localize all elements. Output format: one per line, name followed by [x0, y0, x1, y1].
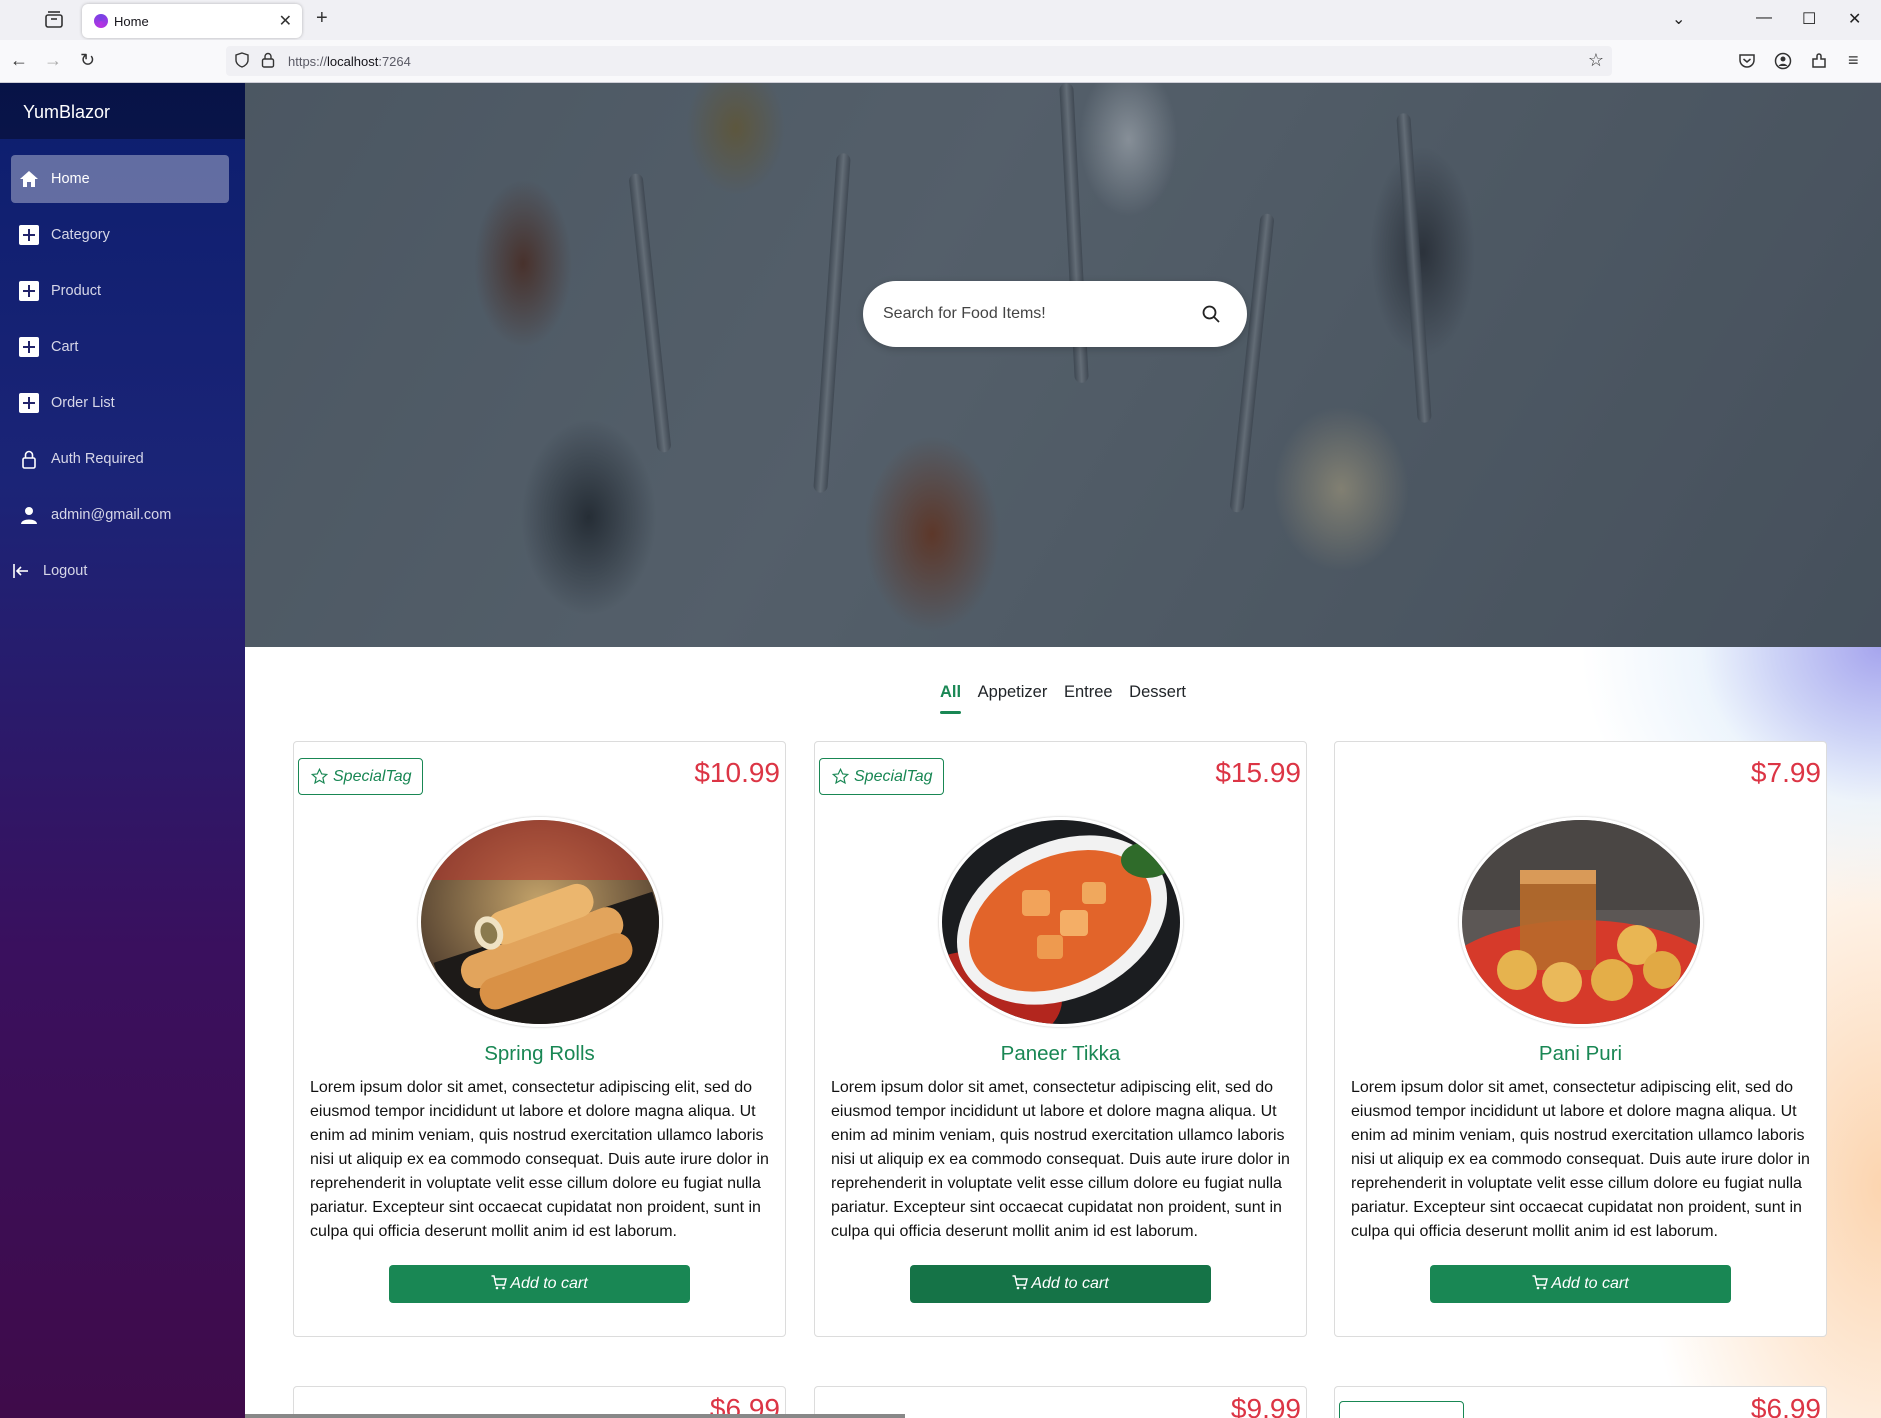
sidebar: YumBlazor Home Category Product Cart Ord… [0, 83, 245, 1418]
url-text[interactable]: https://localhost:7264 [288, 54, 411, 69]
add-to-cart-button[interactable]: Add to cart [1430, 1265, 1731, 1303]
browser-nav-bar: ← → ↻ https://localhost:7264 ☆ ≡ [0, 40, 1881, 83]
logout-icon [13, 564, 28, 578]
product-card-paneer-tikka: SpecialTag $15.99 Paneer Tikka Lorem ips… [814, 741, 1307, 1337]
address-bar[interactable]: https://localhost:7264 ☆ [226, 46, 1612, 76]
sidebar-item-logout[interactable]: Logout [11, 547, 229, 595]
add-to-cart-button[interactable]: Add to cart [389, 1265, 690, 1303]
product-card-partial: $6.99 [1334, 1386, 1827, 1418]
close-window-button[interactable]: ✕ [1848, 9, 1861, 29]
product-card-pani-puri: $7.99 Pani Puri Lorem ipsum dolor sit am… [1334, 741, 1827, 1337]
cart-icon [1012, 1275, 1029, 1290]
plus-square-icon [19, 337, 39, 357]
sidebar-item-home[interactable]: Home [11, 155, 229, 203]
account-icon[interactable] [1774, 52, 1792, 70]
plus-square-icon [19, 225, 39, 245]
person-icon [21, 507, 37, 524]
close-tab-icon[interactable]: ✕ [279, 11, 292, 31]
plus-square-icon [19, 281, 39, 301]
sidebar-item-label: Home [51, 171, 90, 187]
home-icon [20, 171, 38, 187]
category-filter-tabs: All Appetizer Entree Dessert [245, 683, 1881, 714]
food-search[interactable] [863, 281, 1247, 347]
hero-banner [245, 83, 1881, 647]
pocket-icon[interactable] [1738, 52, 1756, 70]
forward-button[interactable]: → [44, 50, 62, 71]
sidebar-item-cart[interactable]: Cart [11, 323, 229, 371]
product-price: $6.99 [1750, 1393, 1821, 1418]
sidebar-item-product[interactable]: Product [11, 267, 229, 315]
browser-tab-home[interactable]: Home ✕ [82, 4, 302, 38]
product-price: $9.99 [1230, 1393, 1301, 1418]
browser-tab-bar: Home ✕ + ⌄ — ☐ ✕ [0, 0, 1881, 40]
product-name: Paneer Tikka [1000, 1042, 1121, 1065]
cart-icon [1532, 1275, 1549, 1290]
filter-tab-dessert[interactable]: Dessert [1129, 683, 1186, 712]
url-host: localhost [327, 54, 379, 69]
reload-button[interactable]: ↻ [80, 50, 95, 71]
filter-tab-all[interactable]: All [939, 683, 962, 714]
sidebar-item-label: Auth Required [51, 451, 144, 467]
sidebar-item-label: admin@gmail.com [51, 507, 172, 523]
shield-icon[interactable] [234, 52, 250, 68]
sidebar-item-label: Category [51, 227, 110, 243]
sidebar-item-user[interactable]: admin@gmail.com [11, 491, 229, 539]
sidebar-item-label: Cart [51, 339, 79, 355]
search-icon[interactable] [1201, 304, 1221, 324]
search-input[interactable] [883, 301, 1183, 327]
lock-icon [22, 450, 36, 469]
product-price: $15.99 [1215, 757, 1301, 788]
new-tab-button[interactable]: + [316, 7, 328, 30]
sidebar-item-label: Product [51, 283, 101, 299]
add-to-cart-button[interactable]: Add to cart [910, 1265, 1211, 1303]
brand-title[interactable]: YumBlazor [0, 83, 245, 139]
tab-manager-icon[interactable] [42, 8, 66, 32]
product-description: Lorem ipsum dolor sit amet, consectetur … [1351, 1079, 1810, 1240]
sidebar-item-label: Order List [51, 395, 115, 411]
bookmark-star-icon[interactable]: ☆ [1588, 50, 1604, 71]
url-port: :7264 [378, 54, 411, 69]
add-to-cart-label: Add to cart [510, 1275, 588, 1292]
blazor-favicon-icon [94, 14, 108, 28]
special-tag-badge: SpecialTag [819, 758, 944, 795]
product-description: Lorem ipsum dolor sit amet, consectetur … [831, 1079, 1290, 1240]
sidebar-item-auth-required[interactable]: Auth Required [11, 435, 229, 483]
list-tabs-icon[interactable]: ⌄ [1672, 9, 1685, 29]
product-description: Lorem ipsum dolor sit amet, consectetur … [310, 1079, 769, 1240]
sidebar-item-label: Logout [43, 563, 88, 579]
menu-icon[interactable]: ≡ [1848, 50, 1859, 71]
lock-icon[interactable] [261, 52, 275, 68]
cart-icon [491, 1275, 508, 1290]
extensions-icon[interactable] [1810, 52, 1828, 70]
tag-label: SpecialTag [333, 768, 412, 785]
sidebar-item-order-list[interactable]: Order List [11, 379, 229, 427]
special-tag-badge: SpecialTag [298, 758, 423, 795]
add-to-cart-label: Add to cart [1551, 1275, 1629, 1292]
paneer-tikka-image[interactable] [939, 817, 1183, 1027]
filter-tab-appetizer[interactable]: Appetizer [978, 683, 1048, 712]
add-to-cart-label: Add to cart [1031, 1275, 1109, 1292]
star-icon [311, 768, 328, 785]
product-name: Pani Puri [1538, 1042, 1623, 1065]
product-price: $10.99 [694, 757, 780, 788]
product-price: $7.99 [1750, 757, 1821, 788]
plus-square-icon [19, 393, 39, 413]
tab-title: Home [114, 14, 149, 29]
horizontal-scrollbar[interactable] [245, 1414, 905, 1418]
minimize-button[interactable]: — [1756, 9, 1772, 27]
url-scheme: https:// [288, 54, 328, 69]
star-icon [832, 768, 849, 785]
maximize-button[interactable]: ☐ [1802, 9, 1816, 29]
pani-puri-image[interactable] [1459, 817, 1703, 1027]
special-tag-badge [1339, 1401, 1464, 1418]
tag-label: SpecialTag [854, 768, 933, 785]
back-button[interactable]: ← [10, 50, 28, 71]
hero-overlay [245, 83, 1881, 647]
product-section: All Appetizer Entree Dessert SpecialTag … [245, 647, 1881, 1418]
filter-tab-entree[interactable]: Entree [1064, 683, 1113, 712]
sidebar-item-category[interactable]: Category [11, 211, 229, 259]
product-card-spring-rolls: SpecialTag $10.99 Spring Rolls Lorem ips… [293, 741, 786, 1337]
product-name: Spring Rolls [484, 1042, 595, 1065]
spring-rolls-image[interactable] [418, 817, 662, 1027]
